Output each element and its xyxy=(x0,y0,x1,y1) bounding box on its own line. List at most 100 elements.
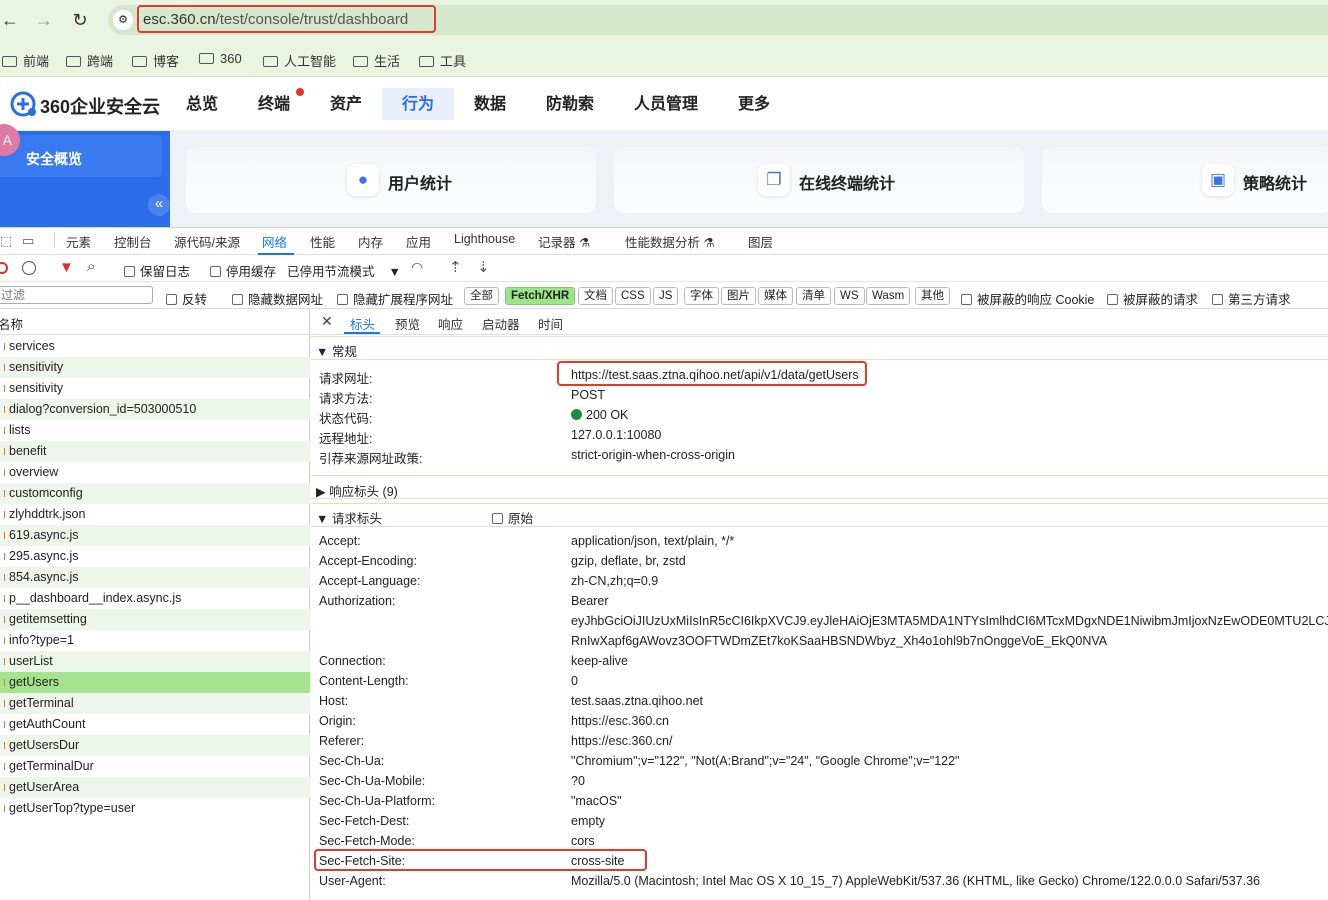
filter-input[interactable]: 过滤 xyxy=(0,286,153,304)
collapse-sidebar-icon[interactable]: « xyxy=(148,194,170,216)
nav-overview[interactable]: 总览 xyxy=(181,89,223,120)
checkbox[interactable] xyxy=(124,266,135,277)
tab-recorder[interactable]: 记录器 ⚗ xyxy=(538,232,590,251)
nav-personnel[interactable]: 人员管理 xyxy=(629,89,703,120)
request-row[interactable]: info?type=1 xyxy=(0,630,310,651)
device-toolbar-icon[interactable]: ▭ xyxy=(22,233,34,249)
request-row[interactable]: zlyhddtrk.json xyxy=(0,504,310,525)
checkbox[interactable] xyxy=(961,294,972,305)
checkbox[interactable] xyxy=(1107,294,1118,305)
tab-lighthouse[interactable]: Lighthouse xyxy=(454,232,515,246)
nav-terminal[interactable]: 终端 xyxy=(253,89,295,120)
request-row[interactable]: 854.async.js xyxy=(0,567,310,588)
forward-icon[interactable]: → xyxy=(34,10,54,30)
tab-initiator[interactable]: 启动器 xyxy=(482,314,520,333)
request-row[interactable]: getTerminal xyxy=(0,693,310,714)
filter-chip-ws[interactable]: WS xyxy=(834,287,865,305)
request-headers-title[interactable]: ▼ 请求标头 xyxy=(316,508,382,527)
request-row[interactable]: overview xyxy=(0,462,310,483)
request-headers-section-header[interactable] xyxy=(311,503,1328,527)
nav-assets[interactable]: 资产 xyxy=(325,89,367,120)
tab-memory[interactable]: 内存 xyxy=(358,232,383,251)
filter-chip-media[interactable]: 媒体 xyxy=(758,287,793,305)
request-row[interactable]: getAuthCount xyxy=(0,714,310,735)
bookmark-folder[interactable]: 生活 xyxy=(353,51,400,70)
tab-performance[interactable]: 性能 xyxy=(310,232,335,251)
response-headers-section-header[interactable] xyxy=(311,475,1328,499)
preserve-log-checkbox[interactable]: 保留日志 xyxy=(124,261,190,280)
nav-ransomware[interactable]: 防勒索 xyxy=(541,89,599,120)
throttle-select[interactable]: 已停用节流模式 ▼ xyxy=(287,261,401,280)
filter-chip-doc[interactable]: 文档 xyxy=(578,287,613,305)
site-settings-icon[interactable]: ⚙ xyxy=(113,10,133,30)
filter-chip-fetch-xhr[interactable]: Fetch/XHR xyxy=(505,287,576,305)
general-section-title[interactable]: ▼ 常规 xyxy=(316,341,357,360)
tab-application[interactable]: 应用 xyxy=(406,232,431,251)
request-row[interactable]: userList xyxy=(0,651,310,672)
request-row[interactable]: services xyxy=(0,336,310,357)
checkbox[interactable] xyxy=(166,294,177,305)
checkbox[interactable] xyxy=(492,513,503,524)
network-conditions-icon[interactable]: ◠ xyxy=(411,259,423,276)
request-row[interactable]: dialog?conversion_id=503000510 xyxy=(0,399,310,420)
request-row[interactable]: sensitivity xyxy=(0,378,310,399)
nav-behavior[interactable]: 行为 xyxy=(397,89,439,120)
filter-icon[interactable]: ▼ xyxy=(59,259,74,276)
disable-cache-checkbox[interactable]: 停用缓存 xyxy=(210,261,276,280)
response-headers-title[interactable]: ▶ 响应标头 (9) xyxy=(316,481,398,500)
tab-console[interactable]: 控制台 xyxy=(114,232,152,251)
blocked-requests-checkbox[interactable]: 被屏蔽的请求 xyxy=(1107,289,1198,308)
tab-timing[interactable]: 时间 xyxy=(538,314,563,333)
filter-chip-all[interactable]: 全部 xyxy=(464,287,499,305)
nav-data[interactable]: 数据 xyxy=(469,89,511,120)
request-row[interactable]: 619.async.js xyxy=(0,525,310,546)
back-icon[interactable]: ← xyxy=(0,10,20,30)
bookmark-folder[interactable]: 博客 xyxy=(132,51,179,70)
tab-layers[interactable]: 图层 xyxy=(748,232,773,251)
tab-elements[interactable]: 元素 xyxy=(66,232,91,251)
filter-chip-js[interactable]: JS xyxy=(653,287,679,305)
request-row[interactable]: getUsers xyxy=(0,672,310,693)
request-row[interactable]: 295.async.js xyxy=(0,546,310,567)
checkbox[interactable] xyxy=(337,294,348,305)
filter-chip-css[interactable]: CSS xyxy=(615,287,651,305)
checkbox[interactable] xyxy=(1212,294,1223,305)
export-icon[interactable]: ⇣ xyxy=(477,258,490,276)
search-icon[interactable]: ⌕ xyxy=(87,258,95,275)
blocked-cookies-checkbox[interactable]: 被屏蔽的响应 Cookie xyxy=(961,289,1094,308)
import-icon[interactable]: ⇡ xyxy=(449,258,462,276)
request-row[interactable]: getTerminalDur xyxy=(0,756,310,777)
request-row[interactable]: getUserTop?type=user xyxy=(0,798,310,819)
tab-network[interactable]: 网络 xyxy=(262,232,287,251)
tab-preview[interactable]: 预览 xyxy=(395,314,420,333)
tab-headers[interactable]: 标头 xyxy=(350,314,375,333)
filter-chip-other[interactable]: 其他 xyxy=(915,287,950,305)
request-row[interactable]: getUserArea xyxy=(0,777,310,798)
nav-more[interactable]: 更多 xyxy=(733,89,775,120)
checkbox[interactable] xyxy=(210,266,221,277)
bookmark-folder[interactable]: 跨端 xyxy=(66,51,113,70)
tab-performance-insights[interactable]: 性能数据分析 ⚗ xyxy=(625,232,715,251)
filter-chip-img[interactable]: 图片 xyxy=(721,287,756,305)
filter-chip-font[interactable]: 字体 xyxy=(684,287,719,305)
general-section-header[interactable] xyxy=(311,336,1328,360)
reload-icon[interactable]: ↻ xyxy=(70,10,90,30)
request-row[interactable]: benefit xyxy=(0,441,310,462)
invert-checkbox[interactable]: 反转 xyxy=(166,289,207,308)
filter-chip-wasm[interactable]: Wasm xyxy=(866,287,911,305)
request-row[interactable]: lists xyxy=(0,420,310,441)
filter-chip-manifest[interactable]: 清单 xyxy=(796,287,831,305)
request-row[interactable]: getUsersDur xyxy=(0,735,310,756)
third-party-checkbox[interactable]: 第三方请求 xyxy=(1212,289,1291,308)
tab-response[interactable]: 响应 xyxy=(438,314,463,333)
checkbox[interactable] xyxy=(232,294,243,305)
bookmark-folder[interactable]: 前端 xyxy=(2,51,49,70)
request-row[interactable]: getitemsetting xyxy=(0,609,310,630)
request-row[interactable]: customconfig xyxy=(0,483,310,504)
tab-sources[interactable]: 源代码/来源 xyxy=(174,232,240,251)
column-header-name[interactable]: 名称 xyxy=(0,314,23,333)
bookmark-folder[interactable]: 360 xyxy=(199,51,242,66)
clear-icon[interactable] xyxy=(22,261,36,275)
raw-checkbox[interactable]: 原始 xyxy=(492,508,533,527)
request-row[interactable]: sensitivity xyxy=(0,357,310,378)
